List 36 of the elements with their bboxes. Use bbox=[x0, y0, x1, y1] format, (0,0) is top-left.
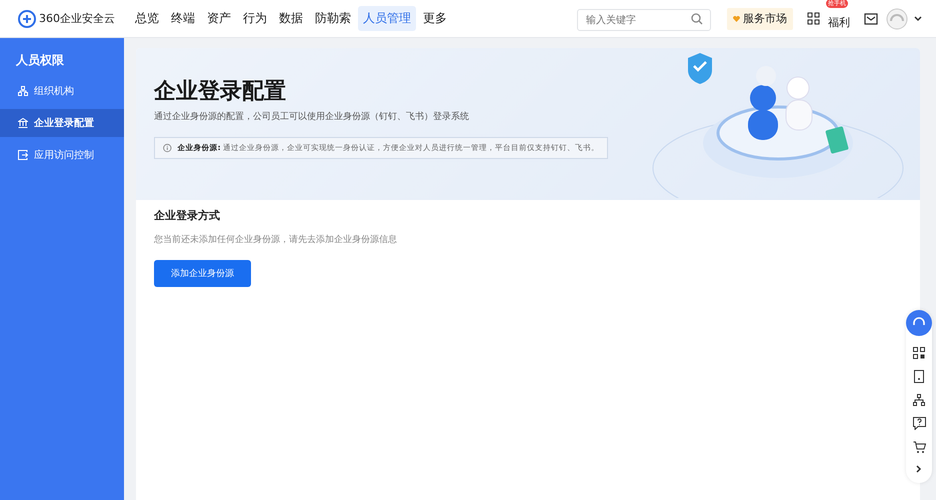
info-icon bbox=[163, 143, 172, 153]
sidebar-item[interactable]: 组织机构 bbox=[0, 77, 124, 105]
chevron-right-icon[interactable] bbox=[916, 465, 922, 473]
sidebar-item[interactable]: 企业登录配置 bbox=[0, 109, 124, 137]
building-icon bbox=[18, 118, 28, 128]
page-title: 企业登录配置 bbox=[154, 78, 287, 106]
search-field[interactable]: 输入关键字 bbox=[577, 9, 711, 31]
nav-tab[interactable]: 终端 bbox=[166, 6, 200, 31]
nav-tab[interactable]: 数据 bbox=[274, 6, 308, 31]
nav-tab[interactable]: 资产 bbox=[202, 6, 236, 31]
sidebar-title: 人员权限 bbox=[15, 52, 65, 69]
page-subtitle: 通过企业身份源的配置，公司员工可以使用企业身份源（钉钉、飞书）登录系统 bbox=[154, 110, 470, 123]
org-chart-icon bbox=[18, 86, 28, 96]
nav-tab[interactable]: 更多 bbox=[418, 6, 452, 31]
nav-tab[interactable]: 总览 bbox=[130, 6, 164, 31]
nav-tab[interactable]: 行为 bbox=[238, 6, 272, 31]
search-icon bbox=[691, 12, 703, 24]
nav-tab[interactable]: 人员管理 bbox=[358, 6, 416, 31]
mail-icon[interactable] bbox=[864, 12, 878, 24]
cart-icon[interactable] bbox=[912, 441, 926, 454]
heart-icon bbox=[733, 16, 740, 22]
mobile-phone-icon[interactable] bbox=[914, 370, 924, 383]
exit-icon bbox=[18, 150, 28, 160]
sidebar-item[interactable]: 应用访问控制 bbox=[0, 141, 124, 169]
service-market-button[interactable]: 服务市场 bbox=[727, 8, 793, 30]
qr-code-icon[interactable] bbox=[913, 347, 925, 359]
org-chart-icon[interactable] bbox=[913, 394, 925, 406]
logo-text: 360企业安全云 bbox=[39, 11, 115, 26]
chevron-down-icon[interactable] bbox=[914, 16, 922, 22]
add-identity-source-button[interactable]: 添加企业身份源 bbox=[154, 260, 251, 287]
empty-state-text: 您当前还未添加任何企业身份源，请先去添加企业身份源信息 bbox=[154, 234, 398, 246]
help-bubble-icon[interactable] bbox=[912, 417, 926, 430]
section-title: 企业登录方式 bbox=[154, 208, 221, 223]
grid-icon[interactable] bbox=[807, 12, 820, 25]
nav-tab[interactable]: 防勒索 bbox=[310, 6, 356, 31]
welfare-link[interactable]: 福利 bbox=[828, 16, 850, 29]
